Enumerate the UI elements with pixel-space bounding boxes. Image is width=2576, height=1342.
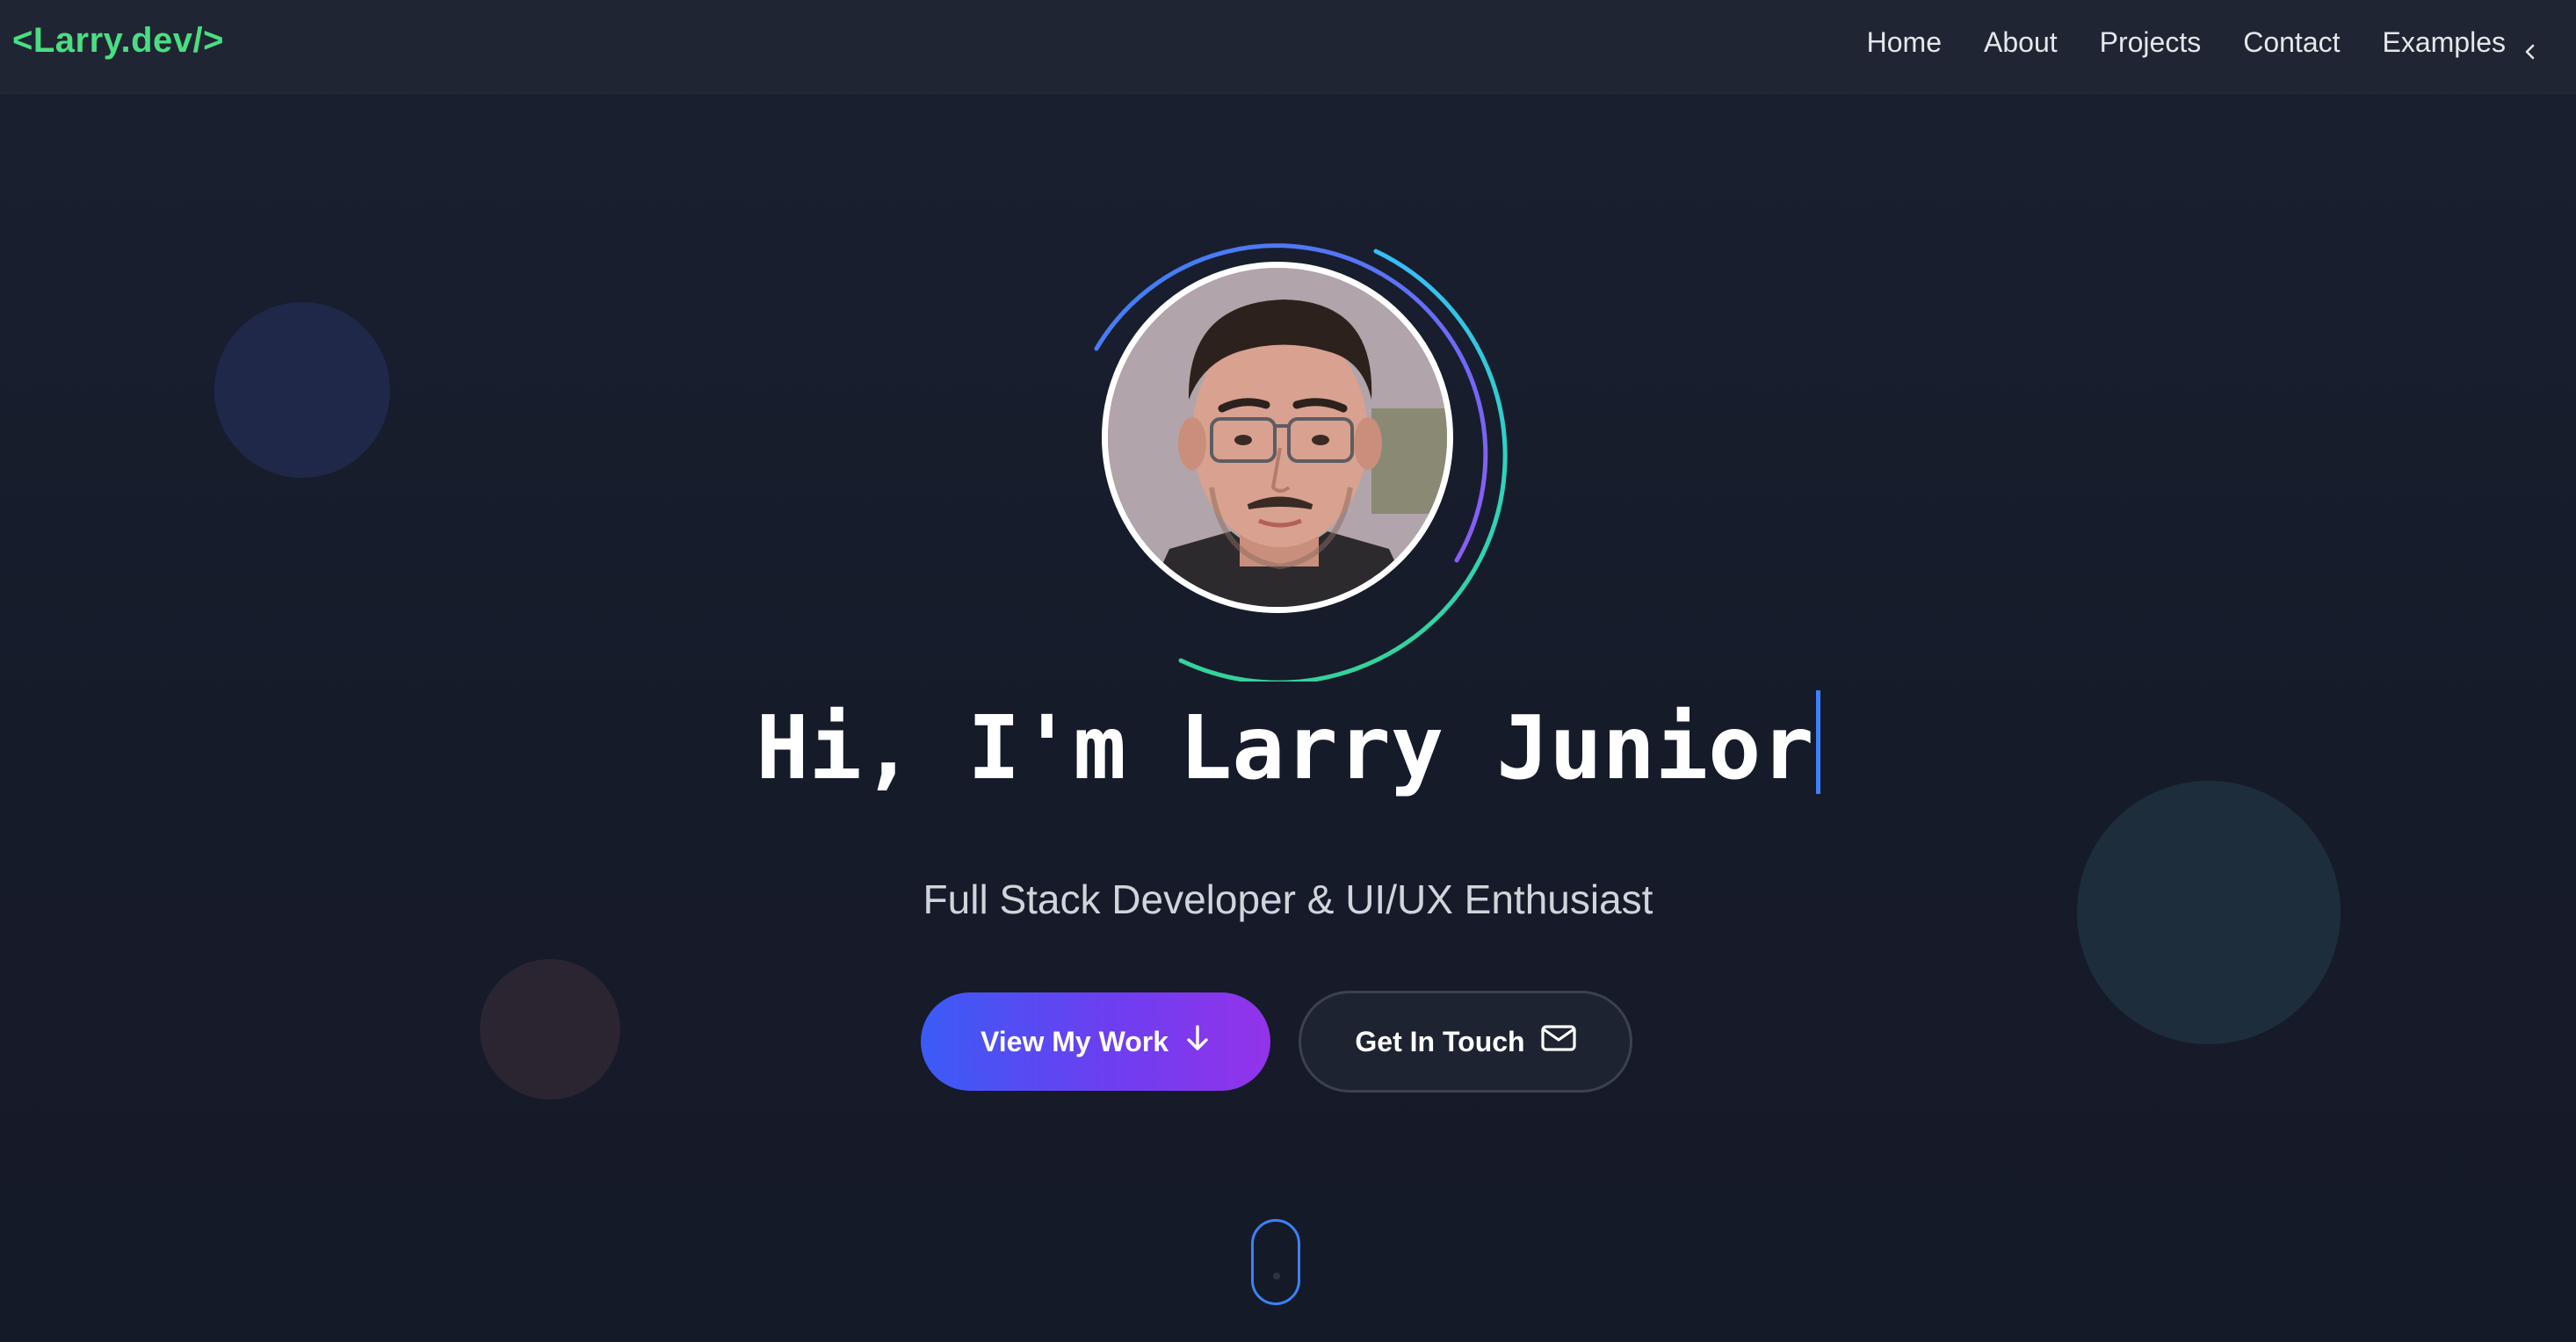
scroll-indicator-dot xyxy=(1273,1273,1280,1280)
decorative-circle-red xyxy=(480,959,620,1100)
nav-item-about[interactable]: About xyxy=(1984,25,2058,60)
nav-item-examples[interactable]: Examples xyxy=(2383,25,2540,60)
mail-icon xyxy=(1540,1025,1576,1058)
main-nav: Home About Projects Contact Examples xyxy=(1825,25,2539,60)
nav-item-home[interactable]: Home xyxy=(1867,25,1942,60)
avatar-container xyxy=(1086,234,1508,682)
hero-headline-text: Hi, I'm Larry Junior xyxy=(756,696,1814,799)
page: <Larry.dev/> Home About Projects Contact… xyxy=(0,0,2576,1342)
view-my-work-label: View My Work xyxy=(980,1025,1169,1057)
avatar-portrait xyxy=(1108,268,1447,607)
decorative-circle-blue xyxy=(214,302,390,478)
typing-caret xyxy=(1815,690,1820,794)
hero-headline: Hi, I'm Larry Junior xyxy=(0,690,2576,805)
view-my-work-button[interactable]: View My Work xyxy=(921,992,1270,1091)
get-in-touch-button[interactable]: Get In Touch xyxy=(1299,991,1632,1093)
scroll-down-indicator[interactable] xyxy=(1251,1219,1300,1305)
get-in-touch-label: Get In Touch xyxy=(1355,1025,1525,1057)
nav-item-examples-label: Examples xyxy=(2382,26,2507,58)
nav-item-projects[interactable]: Projects xyxy=(2100,25,2202,60)
navbar: <Larry.dev/> Home About Projects Contact… xyxy=(0,0,2576,94)
arrow-down-icon xyxy=(1184,1024,1211,1059)
avatar xyxy=(1102,262,1453,613)
hero-subtitle: Full Stack Developer & UI/UX Enthusiast xyxy=(923,877,1653,922)
chevron-left-icon xyxy=(2522,33,2539,60)
nav-item-contact[interactable]: Contact xyxy=(2243,25,2340,60)
site-logo[interactable]: <Larry.dev/> xyxy=(12,21,224,61)
